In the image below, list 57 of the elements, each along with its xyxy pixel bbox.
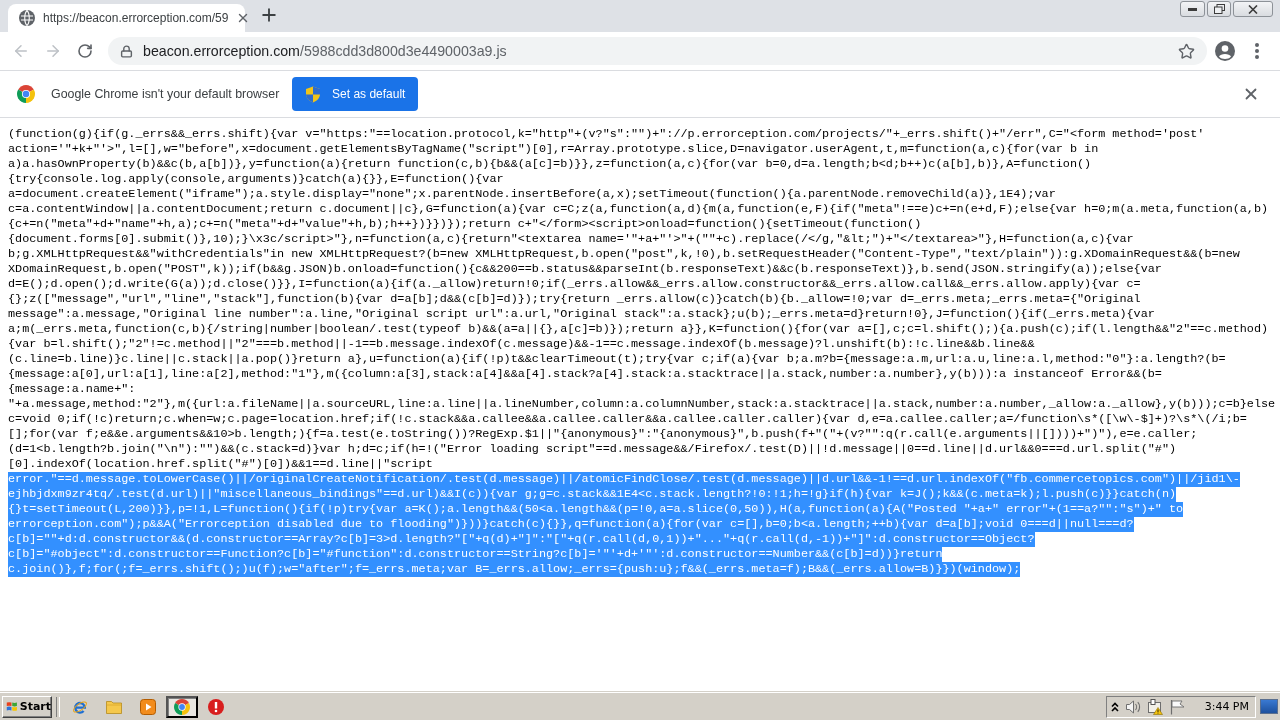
lock-icon [120,44,133,58]
star-icon[interactable] [1178,42,1195,60]
code-line: XDomainRequest,b.open("POST",k));if(b&&g.JSON)b.onload=function(){c&&200==b.status&&parseInt(b.responseText)&&c(b.responseText)},b.send(JSON.stringify(a));else{var [8,262,1162,277]
folder-icon [106,699,122,714]
minimize-icon [1188,7,1197,11]
code-line: {message:a[0],url:a[1],line:a[2],method:"1"},m({column:a[3],stack:a[4]&&a[4].stack?a[4].stack:a.stacktrace||a.stack,number:a.number},y(b))):a instanceof Error&&(b= [8,367,1162,382]
code-line: (c.line=b.line)}c.line||c.stack||a.pop()}return a},u=function(a){if(!p)t&&clearTimeout(t);try{var c;if(a){var b;a.m?b={message:a.m,url:a.u,line:a.l,method:"0"}:a.length?(b= [8,352,1226,367]
code-line: c=void 0;if(!c)return;c.when=w;c.page=location.href;if(!c.stack&&a.callee&&a.callee.caller&&a.callee.caller.caller){var d,e=a.callee.caller;a=/function\s*([\w\-$]+)?\s*\(/i;b= [8,412,1247,427]
browser-tab[interactable]: https://beacon.errorception.com/59 [8,4,245,32]
code-line: {message:a.name+": [8,382,136,397]
globe-icon [19,10,35,26]
code-line: (function(g){if(g._errs&&_errs.shift){var v="https:"==location.protocol,k="http"+(v?"s":"")+"://p.errorception.com/projects/"+_errs.shift()+"/err",C="<form method='post' [8,127,1205,142]
url-text: beacon.errorception.com/5988cdd3d800d3e4490003a9.js [143,43,508,59]
set-as-default-button[interactable]: Set as default [292,77,419,111]
code-line: {document.forms[0].submit()},10);}\x3c/script>"},n=function(a,c){return"<textarea name='"+a+"'>"+(""+c).replace(/</g,"&lt;")+"</textarea>"},H=function(a,c){var [8,232,1134,247]
code-line: "+a.message,method:"2"},m({url:a.fileName||a.sourceURL,line:a.line||a.lineNumber,column:a.columnNumber,stack:a.stacktrace||a.stack,number:a.number,_allow:a._allow},y(b)));c=b}else [8,397,1276,412]
code-line: message":a.message,"Original line number":a.line,"Original script url":a.url,"Original stack":a.stack};u(b);_errs.meta=d}return!0},J=function(){if(_errs.meta){var [8,307,1155,322]
code-line: a)a.hasOwnProperty(b)&&c(b,a[b])},y=function(a){return function(c,b){b&&(a[c]=b)}},z=function(a,c){for(var b=0,d=a.length;b<d;b++)c(a[b],b)},A=function() [8,157,1092,172]
code-line: a;m(_errs.meta,function(c,b){/string|number|boolean/.test(typeof b)&&(a=a||{},a[c]=b)});return a}},K=function(){for(var a=[],c;c=l.shift();){a.push(c);if(l.length&&"2"==c.method) [8,322,1269,337]
double-chevron-up-icon[interactable] [1111,701,1119,712]
code-line: action='"+k+"'>",l=[],w="before",x=document.getElementsByTagName("script")[0],r=Array.prototype.slice,D=navigator.userAgent,t,m=function(a,c){for(var b in [8,142,1099,157]
flag-icon[interactable] [1169,698,1185,715]
close-window-button[interactable] [1233,1,1273,17]
code-line: {};z(["message","url","line","stack"],function(b){var d=a[b];d&&(c[b]=d)});try{return _errs.allow(c)}catch(b){b._allow=!0;var d=_errs.meta;_errs.meta={"Original [8,292,1141,307]
minimize-button[interactable] [1180,1,1205,17]
windows-flag-icon [6,700,18,713]
speaker-icon[interactable] [1125,698,1141,715]
reload-icon [77,43,93,59]
start-button[interactable]: Start [2,695,52,718]
menu-icon [1255,43,1259,59]
exclamation-icon [208,698,224,715]
code-line: {c+=n("meta"+d+"name"+h,a);c+=n("meta"+d+"value"+h,b);h++})}})});return c+"</form><script>onload=function(){setTimeout(function() [8,217,922,232]
code-line: a=document.createElement("iframe");a.style.display="none";x.parentNode.insertBefore(a,x);setTimeout(function(){a.parentNode.removeChild(a)},1E4);var [8,187,1056,202]
close-icon [1248,4,1258,14]
right-arrow-icon [44,42,62,60]
shield-icon [305,85,322,103]
restore-button[interactable] [1207,1,1231,17]
code-line: b;g.XMLHttpRequest&&"withCredentials"in new XMLHttpRequest?(b=new XMLHttpRequest,b.open("post",k,!0),b.setRequestHeader("Content-Type","text/plain")):g.XDomainRequest&&(b=new [8,247,1240,262]
code-line: [0].indexOf(location.href.split("#")[0])&&1==d.line||"script [8,457,433,472]
infobar-message: Google Chrome isn't your default browser [51,87,280,101]
code-line: {var b=l.shift();"2"!=c.method||"2"===b.method||-1==b.message.indexOf(c.message)&&-1==c.message.indexOf(b.message)?l.unshift(b):!c.line&&b.line&& [8,337,1035,352]
chrome-logo-icon [174,698,190,715]
code-line: (d=1<b.length?b.join("\n"):"")&&(c.stack=d)}var h;d=c;if(h=!("Error loading script"==d.message&&/Firefox/.test(D)||!d.message||0==d.line||d.url&&0===d.url.split("#") [8,442,1177,457]
code-line: [];for(var f;e&&e.arguments&&10>b.length;){f=a.test(e.toString())?RegExp.$1||"{anonymous}":"{anonymous}",b.push(f+"("+(v?"":q(r.call(e.arguments||[])))+")"),e=e.caller; [8,427,1198,442]
account-icon [1215,41,1235,61]
code-line: {try{console.log.apply(console,arguments)}catch(a){}},E=function(){var [8,172,504,187]
address-bar[interactable]: beacon.errorception.com/5988cdd3d800d3e4490003a9.js [108,37,1207,65]
chrome-taskbar-button[interactable] [166,695,198,718]
clock-text: 3:44 PM [1204,700,1249,713]
plus-icon [259,5,279,25]
code-line: c=a.contentWindow||a.contentDocument;return c.document||c},G=function(a){var c=C;z(a,function(a,d){m(a,function(e,F){if("meta"!==e)c+=n(e+d,F);else{var h=0;m(a.meta,function(a,b) [8,202,1269,217]
play-icon [140,698,156,715]
globe-e-icon [72,698,88,715]
code-line: d=E();d.open();d.write(G(a));d.close()}},I=function(a){if(a._allow)return!0;if(_errs.allow&&_errs.allow.constructor&&_errs.allow.call&&_errs.allow.apply){var c= [8,277,1141,292]
network-warning-icon[interactable] [1147,698,1163,715]
chrome-logo-icon [17,85,35,103]
restore-icon [1213,4,1225,14]
